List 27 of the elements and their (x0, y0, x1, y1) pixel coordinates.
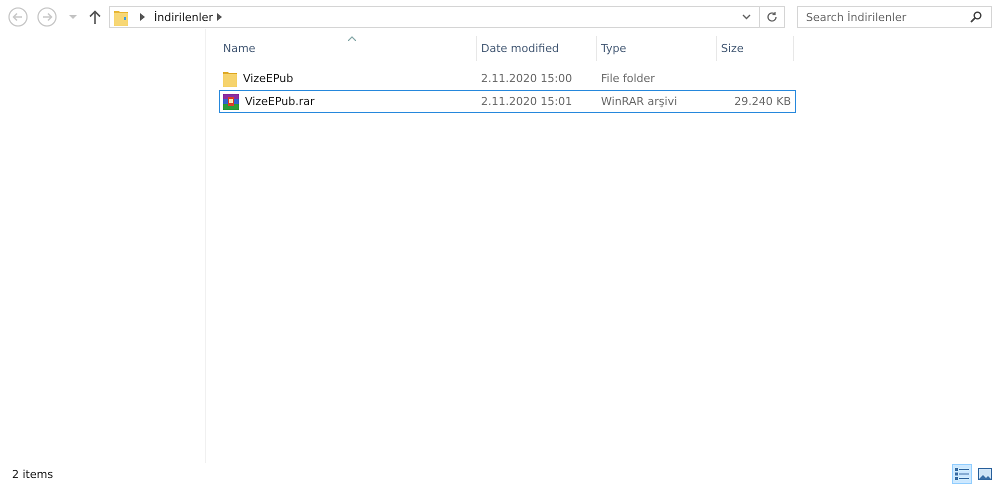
archive-icon (223, 94, 239, 110)
folder-icon (114, 8, 128, 26)
file-type: WinRAR arşivi (601, 95, 678, 108)
column-header[interactable]: Size (717, 36, 794, 61)
details-view-button[interactable] (952, 464, 972, 484)
search-icon[interactable] (970, 11, 982, 23)
file-name: VizeEPub.rar (245, 95, 315, 108)
item-count: 2 items (12, 468, 54, 480)
file-type: File folder (601, 72, 655, 85)
up-button[interactable] (89, 10, 101, 24)
file-row[interactable]: VizeEPub 2.11.2020 15:00 File folder (219, 67, 796, 90)
file-size: 29.240 KB (734, 95, 791, 108)
search-field[interactable]: Search İndirilenler (797, 6, 992, 28)
file-row[interactable]: VizeEPub.rar 2.11.2020 15:01 WinRAR arşivi 29.240 KB (219, 90, 796, 113)
column-header[interactable]: Date modified (477, 36, 597, 61)
column-header[interactable]: Name (219, 36, 477, 61)
date-modified: 2.11.2020 15:01 (481, 95, 572, 108)
date-modified: 2.11.2020 15:00 (481, 72, 572, 85)
history-dropdown-icon[interactable] (742, 14, 751, 20)
chevron-icon[interactable] (140, 13, 145, 21)
column-header[interactable]: Type (597, 36, 717, 61)
file-name: VizeEPub (243, 72, 294, 85)
address-bar[interactable]: İndirilenler (109, 6, 785, 28)
folder-icon (223, 70, 237, 86)
breadcrumb[interactable]: İndirilenler (154, 10, 213, 24)
refresh-icon (766, 11, 778, 23)
chevron-icon[interactable] (216, 13, 222, 21)
